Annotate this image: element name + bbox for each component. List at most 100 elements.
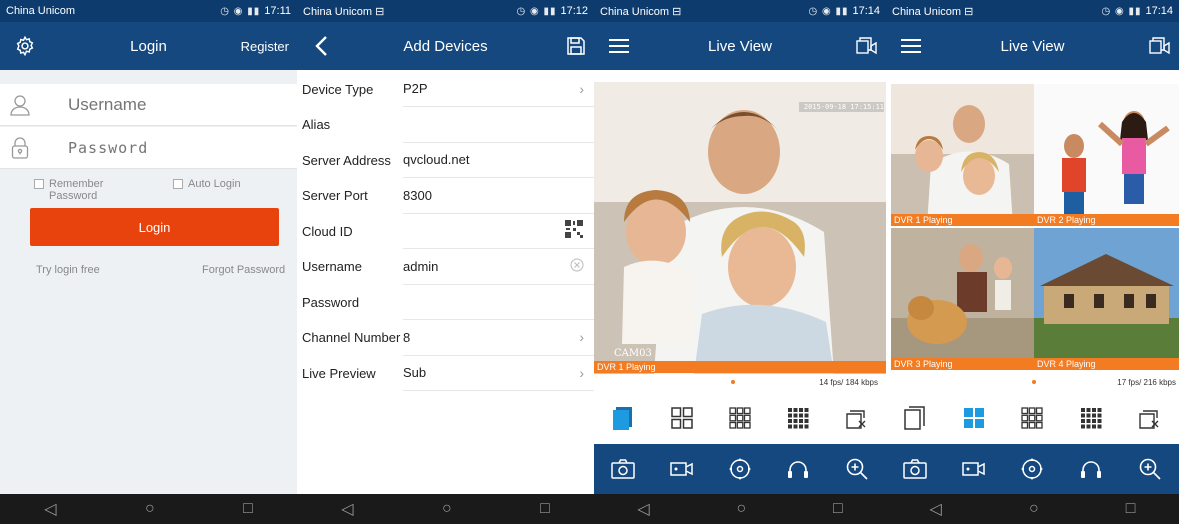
checkbox-box: [173, 179, 183, 189]
device-list-icon[interactable]: [1149, 32, 1171, 60]
android-nav-bar: ◁ ○ □: [594, 494, 886, 524]
form-row-username[interactable]: Username admin: [297, 249, 594, 285]
zoom-in-icon[interactable]: [841, 453, 873, 485]
clear-field-icon[interactable]: [570, 258, 584, 275]
video-player[interactable]: 2015-09-18 17:15:11 CAM03 DVR 1 Playing: [594, 82, 886, 374]
device-list-icon[interactable]: [856, 32, 878, 60]
tile-2-frame: [1034, 84, 1179, 226]
field-value[interactable]: 8300: [403, 178, 594, 214]
single-view-layout-icon[interactable]: [607, 402, 639, 434]
audio-headphones-icon[interactable]: [782, 453, 814, 485]
field-value[interactable]: [403, 107, 594, 143]
fps-readout: 17 fps/ 216 kbps: [1117, 378, 1176, 387]
hamburger-menu-icon[interactable]: [604, 32, 634, 60]
clock: 17:12: [560, 5, 588, 17]
back-nav-icon[interactable]: ◁: [341, 499, 353, 519]
chevron-right-icon: ›: [579, 329, 584, 345]
carrier-label: China Unicom: [6, 5, 76, 17]
carrier-label: China Unicom ⊟: [600, 5, 682, 18]
zoom-in-icon[interactable]: [1134, 453, 1166, 485]
single-view-layout-icon[interactable]: [899, 402, 931, 434]
field-value[interactable]: P2P ›: [403, 71, 594, 107]
field-label: Username: [302, 259, 362, 274]
checkbox-box: [34, 179, 44, 189]
field-value[interactable]: Sub ›: [403, 355, 594, 391]
field-value-text: P2P: [403, 81, 428, 96]
tile-3-frame: [891, 228, 1034, 370]
field-value[interactable]: admin: [403, 249, 594, 285]
chevron-right-icon: ›: [579, 364, 584, 381]
form-row-server-port[interactable]: Server Port 8300: [297, 178, 594, 214]
auto-login-label: Auto Login: [188, 178, 241, 190]
remember-label: Remember Password: [49, 178, 104, 202]
home-nav-icon[interactable]: ○: [442, 500, 452, 518]
back-arrow-icon[interactable]: [307, 32, 337, 60]
signal-icons: ◷ ◉ ▮▮: [1101, 5, 1142, 17]
home-nav-icon[interactable]: ○: [1029, 500, 1039, 518]
fps-readout: 14 fps/ 184 kbps: [819, 378, 878, 387]
tile-4-frame: [1034, 228, 1179, 370]
nine-view-layout-icon[interactable]: [1016, 402, 1048, 434]
try-login-free-link[interactable]: Try login free: [36, 264, 100, 276]
password-input[interactable]: [40, 138, 260, 157]
close-all-icon[interactable]: [1134, 402, 1166, 434]
sixteen-view-layout-icon[interactable]: [1075, 402, 1107, 434]
page-indicator-dot: [731, 380, 735, 384]
field-value[interactable]: [403, 213, 594, 249]
home-nav-icon[interactable]: ○: [736, 500, 746, 518]
username-row: [0, 84, 297, 126]
save-floppy-icon[interactable]: [566, 32, 586, 60]
video-tile-3[interactable]: DVR 3 Playing: [891, 228, 1034, 370]
sixteen-view-layout-icon[interactable]: [782, 402, 814, 434]
page-title: Live View: [708, 37, 772, 55]
carrier-label: China Unicom ⊟: [892, 5, 974, 18]
login-button[interactable]: Login: [30, 208, 279, 246]
field-value[interactable]: [403, 284, 594, 320]
username-input[interactable]: [40, 94, 260, 115]
form-row-live-preview[interactable]: Live Preview Sub ›: [297, 355, 594, 391]
forgot-password-link[interactable]: Forgot Password: [202, 264, 285, 276]
quad-view-layout-icon[interactable]: [958, 402, 990, 434]
recents-nav-icon[interactable]: □: [243, 500, 253, 518]
back-nav-icon[interactable]: ◁: [637, 499, 649, 519]
quad-view-layout-icon[interactable]: [666, 402, 698, 434]
signal-icons: ◷ ◉ ▮▮: [220, 5, 261, 17]
recents-nav-icon[interactable]: □: [833, 500, 843, 518]
form-row-cloud-id[interactable]: Cloud ID: [297, 213, 594, 249]
title-bar: Add Devices: [297, 22, 594, 70]
auto-login-checkbox[interactable]: Auto Login: [173, 178, 241, 190]
recents-nav-icon[interactable]: □: [1126, 500, 1136, 518]
form-row-password[interactable]: Password: [297, 284, 594, 320]
settings-gear-icon[interactable]: [10, 32, 40, 60]
back-nav-icon[interactable]: ◁: [44, 499, 56, 519]
field-value[interactable]: qvcloud.net: [403, 142, 594, 178]
close-all-icon[interactable]: [841, 402, 873, 434]
form-row-device-type[interactable]: Device Type P2P ›: [297, 71, 594, 107]
video-tile-4[interactable]: DVR 4 Playing: [1034, 228, 1179, 370]
ptz-control-icon[interactable]: [724, 453, 756, 485]
audio-headphones-icon[interactable]: [1075, 453, 1107, 485]
register-link[interactable]: Register: [241, 32, 289, 60]
back-nav-icon[interactable]: ◁: [930, 499, 942, 519]
snapshot-camera-icon[interactable]: [607, 453, 639, 485]
home-nav-icon[interactable]: ○: [145, 500, 155, 518]
tile-caption: DVR 4 Playing: [1034, 358, 1179, 370]
field-value[interactable]: 8 ›: [403, 320, 594, 356]
qr-scan-icon[interactable]: [564, 219, 584, 242]
form-row-server-address[interactable]: Server Address qvcloud.net: [297, 142, 594, 178]
remember-password-checkbox[interactable]: Remember Password: [34, 178, 103, 202]
nine-view-layout-icon[interactable]: [724, 402, 756, 434]
snapshot-camera-icon[interactable]: [899, 453, 931, 485]
video-tile-2[interactable]: DVR 2 Playing: [1034, 84, 1179, 226]
form-row-alias[interactable]: Alias: [297, 107, 594, 143]
carrier-label: China Unicom ⊟: [303, 5, 385, 18]
video-tile-1[interactable]: DVR 1 Playing: [891, 84, 1034, 226]
add-devices-screen: China Unicom ⊟ ◷ ◉ ▮▮ 17:12 Add Devices …: [297, 0, 594, 524]
record-video-icon[interactable]: [958, 453, 990, 485]
hamburger-menu-icon[interactable]: [896, 32, 926, 60]
android-nav-bar: ◁ ○ □: [0, 494, 297, 524]
recents-nav-icon[interactable]: □: [540, 500, 550, 518]
form-row-channel-number[interactable]: Channel Number 8 ›: [297, 320, 594, 356]
ptz-control-icon[interactable]: [1016, 453, 1048, 485]
record-video-icon[interactable]: [666, 453, 698, 485]
